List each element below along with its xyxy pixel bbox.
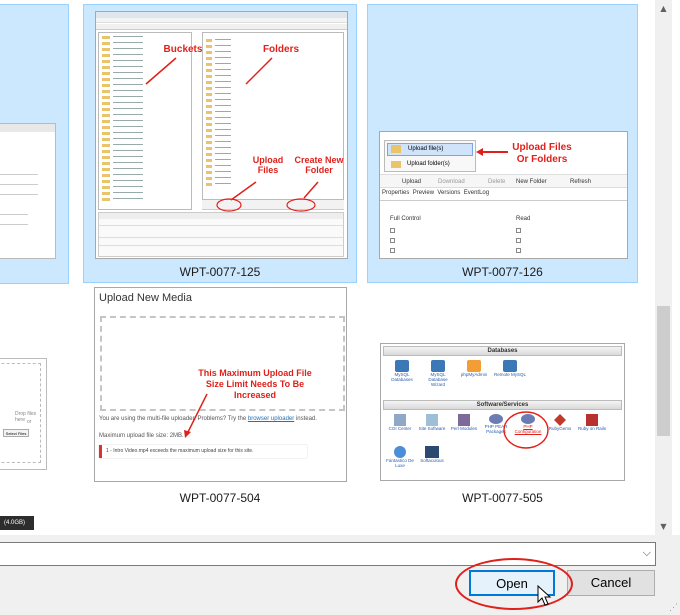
toolbar-new-folder: New Folder bbox=[516, 179, 547, 185]
browser-uploader-link: browser uploader bbox=[247, 416, 295, 422]
tile-wpt-0077-505[interactable]: Databases MySQL Databases MySQL Database… bbox=[367, 290, 638, 520]
partial-tile-top-left[interactable] bbox=[0, 4, 69, 284]
or-text: or bbox=[27, 419, 32, 425]
dialog-footer: ⌵ Open Cancel ⋰ bbox=[0, 535, 680, 615]
tab-eventlog: EventLog bbox=[463, 190, 490, 196]
cancel-button[interactable]: Cancel bbox=[567, 570, 655, 596]
tab-preview: Preview bbox=[412, 190, 435, 196]
scroll-up-arrow-icon[interactable]: ▲ bbox=[655, 0, 672, 17]
annotation-arrows bbox=[145, 57, 319, 212]
scrollbar-thumb[interactable] bbox=[657, 306, 670, 436]
thumbnail-upload-new-media: Upload New Media This Maximum Upload Fil… bbox=[94, 287, 347, 482]
tile-caption: WPT-0077-505 bbox=[462, 491, 543, 505]
uploader-info-text: You are using the multi-file uploader. P… bbox=[99, 416, 247, 422]
partial-thumbnail bbox=[0, 123, 56, 259]
annotation-arrow bbox=[476, 148, 508, 156]
chevron-down-icon[interactable]: ⌵ bbox=[643, 546, 651, 560]
open-file-dialog: Buckets Folders Upload Files Create New … bbox=[0, 0, 680, 615]
upload-error-notice: 1 - Intro Video.mp4 exceeds the maximum … bbox=[99, 445, 307, 458]
tab-versions: Versions bbox=[437, 190, 461, 196]
vertical-scrollbar[interactable]: ▲ ▼ bbox=[655, 0, 672, 535]
resize-grip-icon[interactable]: ⋰ bbox=[669, 602, 678, 613]
annotation-circle bbox=[455, 558, 573, 610]
partial-tile-bottom-left[interactable]: Drop files here or Select Files (4.0GB) bbox=[0, 290, 69, 530]
tab-properties: Properties bbox=[382, 190, 410, 196]
scroll-down-arrow-icon[interactable]: ▼ bbox=[655, 518, 672, 535]
mouse-pointer-icon bbox=[537, 585, 552, 606]
toolbar-delete: Delete bbox=[488, 179, 506, 185]
toolbar-refresh: Refresh bbox=[570, 179, 592, 185]
thumbnail-upload-menu: Upload file(s) Upload folder(s) Upload F… bbox=[379, 131, 628, 259]
annotation-circle bbox=[503, 411, 549, 449]
toolbar-upload: Upload bbox=[402, 179, 422, 185]
max-upload-size-text: Maximum upload file size: 2MB. bbox=[99, 433, 184, 439]
tile-caption: WPT-0077-125 bbox=[179, 265, 261, 279]
thumbnail-grid[interactable]: Buckets Folders Upload Files Create New … bbox=[0, 0, 655, 535]
tile-caption: WPT-0077-504 bbox=[179, 491, 261, 505]
tile-wpt-0077-126[interactable]: Upload file(s) Upload folder(s) Upload F… bbox=[367, 4, 638, 283]
uploader-info-suffix: instead. bbox=[295, 416, 317, 422]
annotation-upload-files-or-folders: Upload Files Or Folders bbox=[512, 142, 572, 165]
file-type-dropdown[interactable]: ⌵ bbox=[0, 542, 656, 566]
partial-thumbnail: Drop files here or Select Files bbox=[0, 358, 47, 470]
dark-label: (4.0GB) bbox=[0, 516, 34, 530]
toolbar-download: Download bbox=[438, 179, 465, 185]
tile-wpt-0077-125[interactable]: Buckets Folders Upload Files Create New … bbox=[83, 4, 357, 283]
column-full-control: Full Control bbox=[390, 216, 421, 222]
thumbnail-cpanel: Databases MySQL Databases MySQL Database… bbox=[380, 343, 625, 481]
select-files-button: Select Files bbox=[3, 429, 29, 437]
thumbnail-s3-browser: Buckets Folders Upload Files Create New … bbox=[95, 11, 348, 259]
tile-wpt-0077-504[interactable]: Upload New Media This Maximum Upload Fil… bbox=[83, 287, 357, 520]
tile-caption: WPT-0077-126 bbox=[462, 265, 543, 279]
column-read: Read bbox=[516, 216, 531, 222]
